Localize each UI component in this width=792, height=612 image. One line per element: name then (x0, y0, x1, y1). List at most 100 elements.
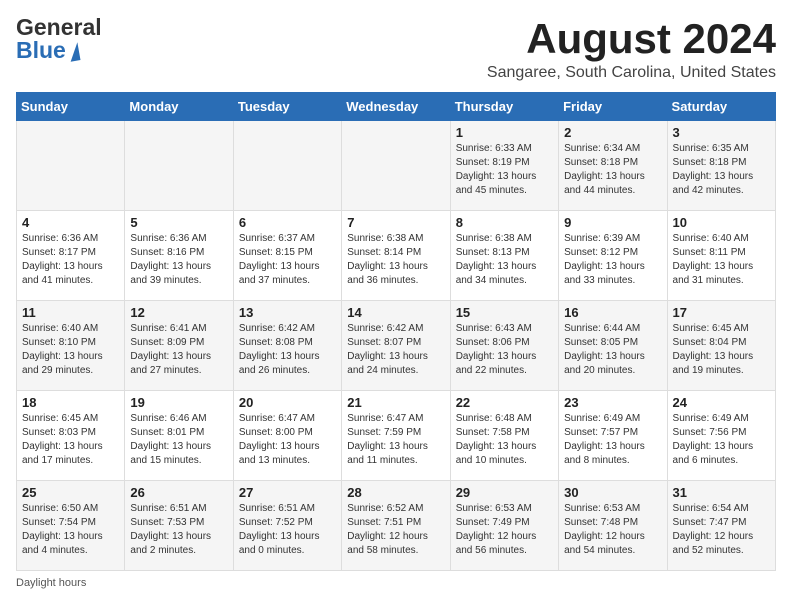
calendar-cell: 10Sunrise: 6:40 AM Sunset: 8:11 PM Dayli… (667, 211, 775, 301)
day-number: 17 (673, 305, 770, 320)
calendar-cell: 14Sunrise: 6:42 AM Sunset: 8:07 PM Dayli… (342, 301, 450, 391)
day-info: Sunrise: 6:40 AM Sunset: 8:10 PM Dayligh… (22, 322, 119, 378)
day-number: 14 (347, 305, 444, 320)
page-header: General Blue August 2024 Sangaree, South… (16, 16, 776, 82)
calendar-cell: 31 Sunrise: 6:54 AM Sunset: 7:47 PM Dayli… (667, 481, 775, 571)
calendar-cell (342, 121, 450, 211)
day-info: Sunrise: 6:45 AM Sunset: 8:04 PM Dayligh… (673, 322, 770, 378)
day-info: Sunrise: 6:45 AM Sunset: 8:03 PM Dayligh… (22, 412, 119, 468)
day-number: 4 (22, 215, 119, 230)
calendar-cell (125, 121, 233, 211)
day-info: Sunrise: 6:48 AM Sunset: 7:58 PM Dayligh… (456, 412, 553, 468)
day-number: 3 (673, 125, 770, 140)
day-info: Sunrise: 6:38 AM Sunset: 8:13 PM Dayligh… (456, 232, 553, 288)
day-info: Sunrise: 6:51 AM Sunset: 7:52 PM Dayligh… (239, 502, 336, 558)
calendar-cell: 22 Sunrise: 6:48 AM Sunset: 7:58 PM Dayli… (450, 391, 558, 481)
calendar-table: SundayMondayTuesdayWednesdayThursdayFrid… (16, 92, 776, 571)
day-number: 23 (564, 395, 661, 410)
day-info: Sunrise: 6:54 AM Sunset: 7:47 PM Dayligh… (673, 502, 770, 558)
day-number: 12 (130, 305, 227, 320)
day-number: 26 (130, 485, 227, 500)
calendar-cell: 15Sunrise: 6:43 AM Sunset: 8:06 PM Dayli… (450, 301, 558, 391)
day-number: 21 (347, 395, 444, 410)
calendar-cell: 4Sunrise: 6:36 AM Sunset: 8:17 PM Daylig… (17, 211, 125, 301)
calendar-cell: 17 Sunrise: 6:45 AM Sunset: 8:04 PM Dayli… (667, 301, 775, 391)
calendar-week-row: 4Sunrise: 6:36 AM Sunset: 8:17 PM Daylig… (17, 211, 776, 301)
day-header-monday: Monday (125, 93, 233, 121)
day-number: 22 (456, 395, 553, 410)
calendar-cell (233, 121, 341, 211)
day-number: 6 (239, 215, 336, 230)
day-info: Sunrise: 6:53 AM Sunset: 7:48 PM Dayligh… (564, 502, 661, 558)
calendar-cell: 16 Sunrise: 6:44 AM Sunset: 8:05 PM Dayli… (559, 301, 667, 391)
day-number: 16 (564, 305, 661, 320)
day-header-wednesday: Wednesday (342, 93, 450, 121)
calendar-cell: 13 Sunrise: 6:42 AM Sunset: 8:08 PM Dayli… (233, 301, 341, 391)
calendar-cell: 11 Sunrise: 6:40 AM Sunset: 8:10 PM Dayli… (17, 301, 125, 391)
calendar-cell: 3 Sunrise: 6:35 AM Sunset: 8:18 PM Daylig… (667, 121, 775, 211)
calendar-cell (17, 121, 125, 211)
calendar-cell: 26 Sunrise: 6:51 AM Sunset: 7:53 PM Dayli… (125, 481, 233, 571)
day-number: 15 (456, 305, 553, 320)
calendar-subtitle: Sangaree, South Carolina, United States (487, 64, 776, 82)
day-number: 13 (239, 305, 336, 320)
day-info: Sunrise: 6:33 AM Sunset: 8:19 PM Dayligh… (456, 142, 553, 198)
day-info: Sunrise: 6:44 AM Sunset: 8:05 PM Dayligh… (564, 322, 661, 378)
day-number: 20 (239, 395, 336, 410)
calendar-cell: 5Sunrise: 6:36 AM Sunset: 8:16 PM Daylig… (125, 211, 233, 301)
calendar-cell: 8 Sunrise: 6:38 AM Sunset: 8:13 PM Daylig… (450, 211, 558, 301)
day-number: 19 (130, 395, 227, 410)
day-number: 27 (239, 485, 336, 500)
day-header-saturday: Saturday (667, 93, 775, 121)
logo-blue: Blue (16, 37, 66, 63)
day-info: Sunrise: 6:42 AM Sunset: 8:08 PM Dayligh… (239, 322, 336, 378)
day-header-thursday: Thursday (450, 93, 558, 121)
calendar-cell: 21 Sunrise: 6:47 AM Sunset: 7:59 PM Dayli… (342, 391, 450, 481)
footer-note: Daylight hours (16, 577, 776, 589)
calendar-cell: 24Sunrise: 6:49 AM Sunset: 7:56 PM Dayli… (667, 391, 775, 481)
calendar-cell: 12 Sunrise: 6:41 AM Sunset: 8:09 PM Dayli… (125, 301, 233, 391)
day-number: 31 (673, 485, 770, 500)
day-info: Sunrise: 6:34 AM Sunset: 8:18 PM Dayligh… (564, 142, 661, 198)
calendar-cell: 29 Sunrise: 6:53 AM Sunset: 7:49 PM Dayli… (450, 481, 558, 571)
day-info: Sunrise: 6:40 AM Sunset: 8:11 PM Dayligh… (673, 232, 770, 288)
calendar-cell: 7 Sunrise: 6:38 AM Sunset: 8:14 PM Daylig… (342, 211, 450, 301)
day-number: 8 (456, 215, 553, 230)
day-number: 7 (347, 215, 444, 230)
calendar-cell: 27 Sunrise: 6:51 AM Sunset: 7:52 PM Dayli… (233, 481, 341, 571)
day-number: 29 (456, 485, 553, 500)
calendar-cell: 6Sunrise: 6:37 AM Sunset: 8:15 PM Daylig… (233, 211, 341, 301)
day-number: 24 (673, 395, 770, 410)
day-info: Sunrise: 6:53 AM Sunset: 7:49 PM Dayligh… (456, 502, 553, 558)
day-info: Sunrise: 6:46 AM Sunset: 8:01 PM Dayligh… (130, 412, 227, 468)
calendar-cell: 23Sunrise: 6:49 AM Sunset: 7:57 PM Dayli… (559, 391, 667, 481)
day-info: Sunrise: 6:41 AM Sunset: 8:09 PM Dayligh… (130, 322, 227, 378)
logo-triangle-icon (67, 42, 80, 61)
day-info: Sunrise: 6:36 AM Sunset: 8:16 PM Dayligh… (130, 232, 227, 288)
day-number: 18 (22, 395, 119, 410)
calendar-header-row: SundayMondayTuesdayWednesdayThursdayFrid… (17, 93, 776, 121)
calendar-cell: 19 Sunrise: 6:46 AM Sunset: 8:01 PM Dayli… (125, 391, 233, 481)
calendar-cell: 2 Sunrise: 6:34 AM Sunset: 8:18 PM Daylig… (559, 121, 667, 211)
day-number: 30 (564, 485, 661, 500)
day-info: Sunrise: 6:51 AM Sunset: 7:53 PM Dayligh… (130, 502, 227, 558)
day-info: Sunrise: 6:39 AM Sunset: 8:12 PM Dayligh… (564, 232, 661, 288)
calendar-cell: 25 Sunrise: 6:50 AM Sunset: 7:54 PM Dayli… (17, 481, 125, 571)
day-header-friday: Friday (559, 93, 667, 121)
day-number: 25 (22, 485, 119, 500)
day-header-sunday: Sunday (17, 93, 125, 121)
day-number: 2 (564, 125, 661, 140)
day-info: Sunrise: 6:50 AM Sunset: 7:54 PM Dayligh… (22, 502, 119, 558)
day-info: Sunrise: 6:35 AM Sunset: 8:18 PM Dayligh… (673, 142, 770, 198)
day-number: 11 (22, 305, 119, 320)
day-number: 28 (347, 485, 444, 500)
calendar-cell: 18 Sunrise: 6:45 AM Sunset: 8:03 PM Dayli… (17, 391, 125, 481)
calendar-week-row: 1Sunrise: 6:33 AM Sunset: 8:19 PM Daylig… (17, 121, 776, 211)
calendar-cell: 9Sunrise: 6:39 AM Sunset: 8:12 PM Daylig… (559, 211, 667, 301)
day-info: Sunrise: 6:47 AM Sunset: 7:59 PM Dayligh… (347, 412, 444, 468)
title-area: August 2024 Sangaree, South Carolina, Un… (487, 16, 776, 82)
day-info: Sunrise: 6:38 AM Sunset: 8:14 PM Dayligh… (347, 232, 444, 288)
day-header-tuesday: Tuesday (233, 93, 341, 121)
calendar-cell: 28Sunrise: 6:52 AM Sunset: 7:51 PM Dayli… (342, 481, 450, 571)
calendar-title: August 2024 (487, 16, 776, 62)
